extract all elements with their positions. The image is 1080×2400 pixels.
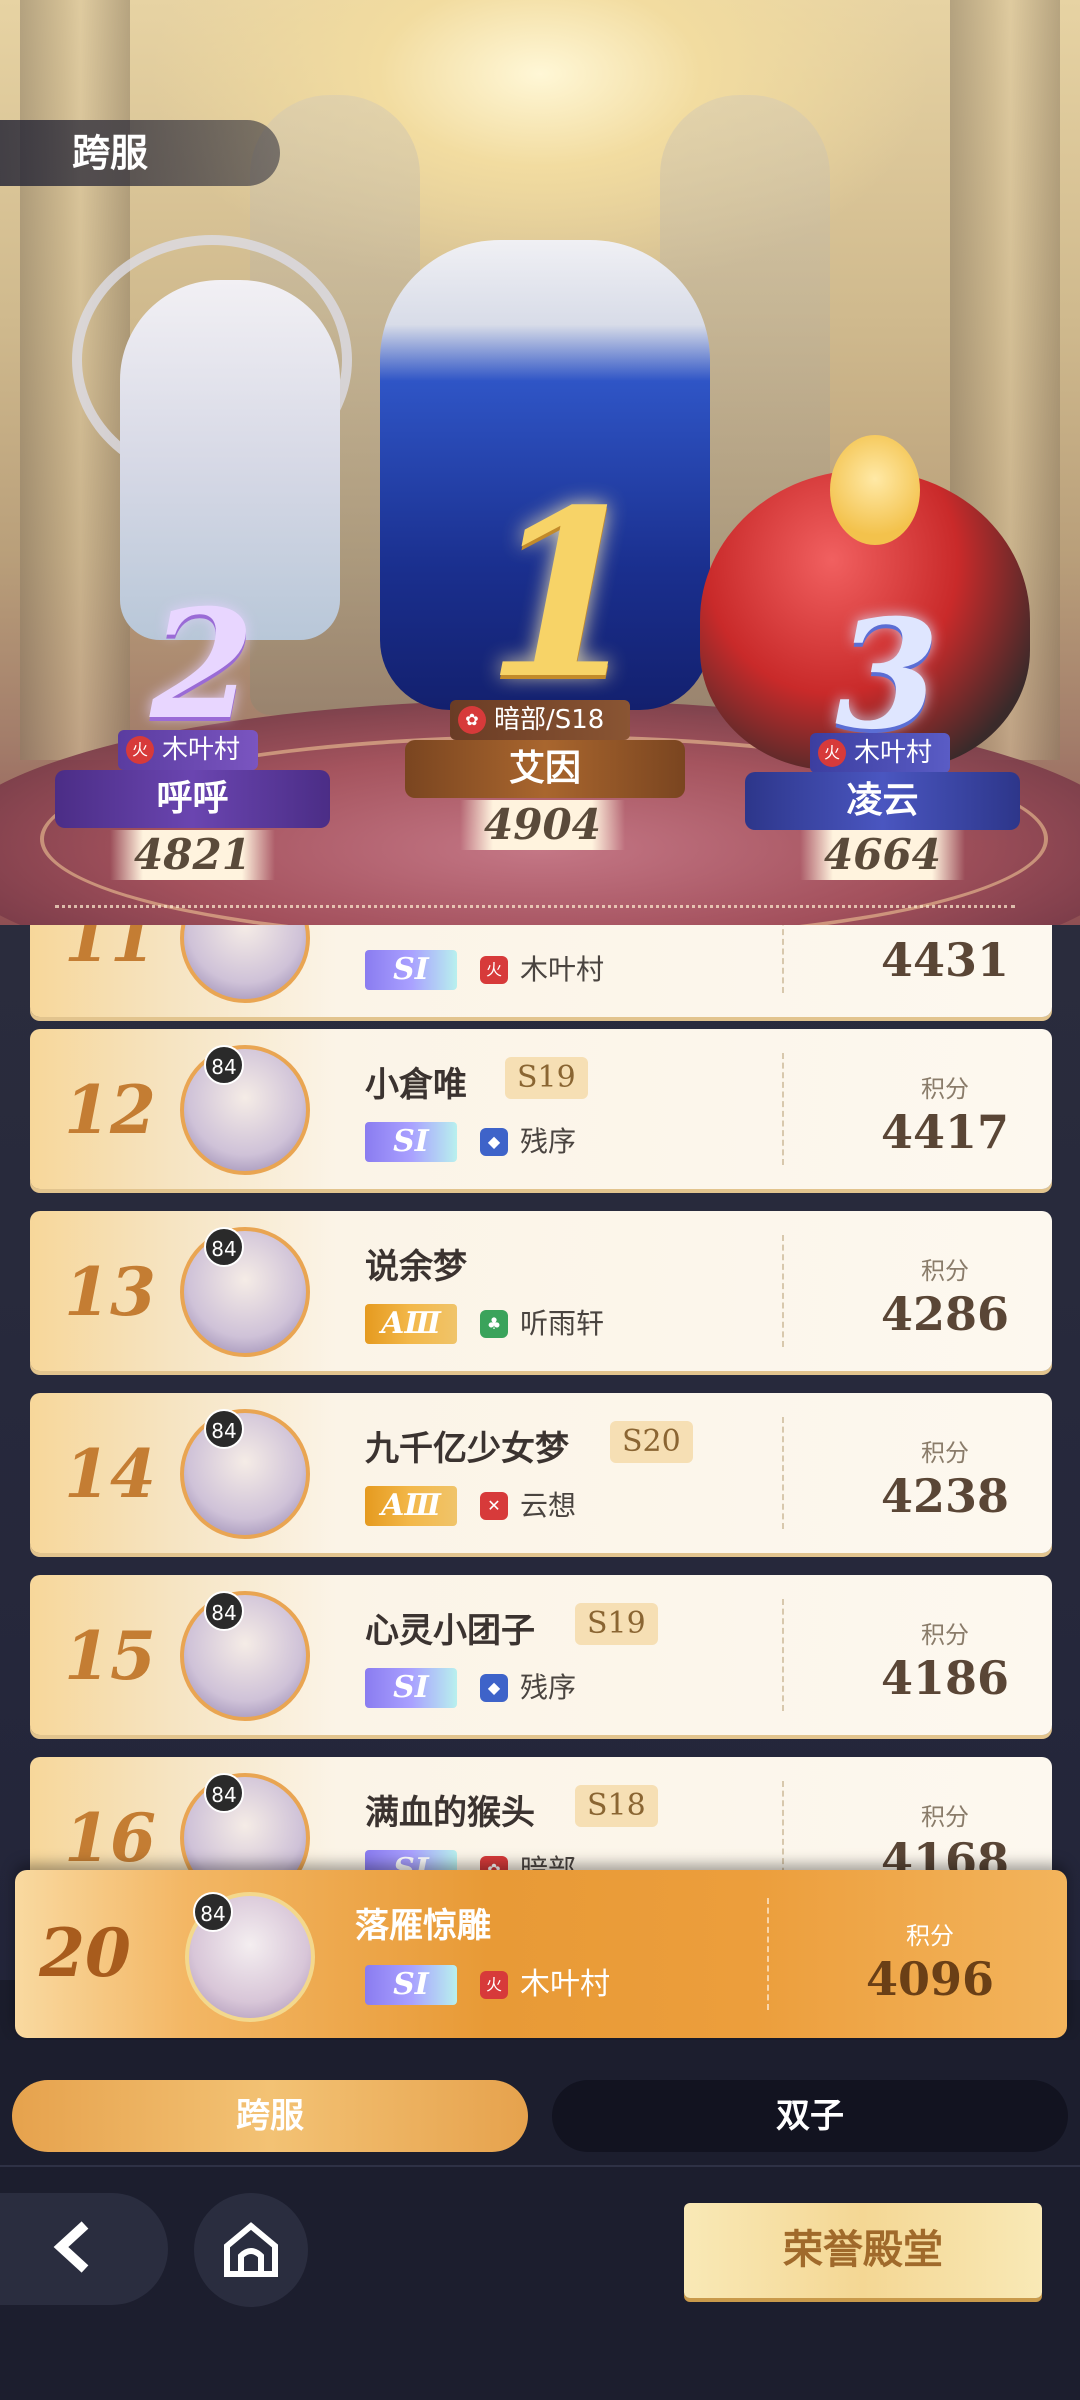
rank-number: 16	[64, 1799, 156, 1877]
guild-name: ✕ 云想	[480, 1486, 576, 1526]
score-label: 积分	[906, 1922, 954, 1950]
avatar[interactable]	[180, 1045, 310, 1175]
score-value: 4186	[880, 1651, 1010, 1705]
third-place-name: 凌云	[745, 772, 1020, 830]
score-value: 4238	[880, 1469, 1010, 1523]
tier-badge: SⅠ	[365, 1668, 457, 1708]
first-place-name: 艾因	[405, 740, 685, 798]
divider	[767, 1898, 769, 2010]
score-label: 积分	[921, 1439, 969, 1467]
season-badge: S19	[575, 1603, 658, 1645]
level-badge: 84	[204, 1227, 244, 1267]
list-item[interactable]: 12 84 小倉唯 S19 SⅠ ◆ 残序 积分 4417	[30, 1029, 1052, 1189]
list-item[interactable]: 11 SⅠ 火木叶村 4431	[30, 925, 1052, 1017]
second-place-guild: 火 木叶村	[118, 730, 258, 770]
list-item[interactable]: 13 84 说余梦 AⅢ ♣ 听雨轩 积分 4286	[30, 1211, 1052, 1371]
tier-badge: AⅢ	[365, 1486, 457, 1526]
guild-name: ◆ 残序	[480, 1668, 576, 1708]
avatar[interactable]	[180, 1591, 310, 1721]
tier-badge: SⅠ	[365, 1122, 457, 1162]
third-place-character[interactable]	[830, 435, 920, 545]
tier-badge: SⅠ	[365, 1965, 457, 2005]
guild-shield-icon: ◆	[480, 1674, 508, 1702]
rank-number: 13	[64, 1253, 156, 1331]
third-place-rank: 3	[835, 587, 940, 763]
guild-shield-icon: ◆	[480, 1128, 508, 1156]
level-badge: 84	[204, 1773, 244, 1813]
player-name[interactable]: 满血的猴头	[365, 1785, 535, 1834]
avatar[interactable]	[180, 1409, 310, 1539]
divider	[0, 2165, 1080, 2167]
avatar[interactable]	[180, 1227, 310, 1357]
first-place-score: 4904	[460, 800, 625, 850]
guild-name: ♣ 听雨轩	[480, 1304, 604, 1344]
back-button[interactable]	[0, 2193, 168, 2305]
season-badge: S19	[505, 1057, 588, 1099]
score-label: 积分	[921, 1621, 969, 1649]
my-score-value: 4096	[865, 1952, 995, 2006]
player-name[interactable]: 心灵小团子	[365, 1603, 535, 1652]
season-badge: S20	[610, 1421, 693, 1463]
season-badge: S18	[575, 1785, 658, 1827]
avatar[interactable]	[180, 925, 310, 1003]
guild-leaf-icon: ♣	[480, 1310, 508, 1338]
divider	[782, 1417, 784, 1529]
guild-fire-icon: 火	[818, 739, 846, 767]
rank-number: 14	[64, 1435, 156, 1513]
home-button[interactable]	[194, 2193, 308, 2307]
mode-label: 跨服	[0, 120, 280, 186]
rank-number: 15	[64, 1617, 156, 1695]
my-rank-number: 20	[39, 1914, 131, 1992]
my-rank-row[interactable]: 20 84 落雁惊雕 SⅠ 火木叶村 积分 4096	[15, 1870, 1067, 2038]
player-name[interactable]: 小倉唯	[365, 1057, 467, 1106]
second-place-rank: 2	[150, 577, 255, 753]
second-place-score: 4821	[110, 830, 275, 880]
divider	[782, 1053, 784, 1165]
divider	[782, 1235, 784, 1347]
tab-twin[interactable]: 双子	[552, 2080, 1068, 2152]
guild-name: ◆ 残序	[480, 1122, 576, 1162]
rank-number: 12	[64, 1071, 156, 1149]
hall-of-fame-button[interactable]: 荣誉殿堂	[684, 2203, 1042, 2298]
score-label: 积分	[921, 1075, 969, 1103]
tier-badge: SⅠ	[365, 950, 457, 990]
score-label: 积分	[921, 1257, 969, 1285]
level-badge: 84	[204, 1409, 244, 1449]
guild-fire-icon: 火	[126, 736, 154, 764]
guild-rose-icon: ✿	[458, 706, 486, 734]
third-place-score: 4664	[800, 830, 965, 880]
podium-divider	[55, 905, 1015, 908]
score-label: 积分	[921, 1803, 969, 1831]
score-value: 4431	[880, 933, 1010, 987]
guild-fire-icon: 火	[480, 956, 508, 984]
player-name[interactable]: 说余梦	[365, 1239, 467, 1288]
level-badge: 84	[193, 1892, 233, 1932]
score-value: 4286	[880, 1287, 1010, 1341]
third-place-guild: 火 木叶村	[810, 733, 950, 773]
divider	[782, 925, 784, 993]
tab-cross-server[interactable]: 跨服	[12, 2080, 528, 2152]
divider	[782, 1599, 784, 1711]
list-item[interactable]: 15 84 心灵小团子 S19 SⅠ ◆ 残序 积分 4186	[30, 1575, 1052, 1735]
level-badge: 84	[204, 1045, 244, 1085]
guild-fire-icon: 火	[480, 1971, 508, 1999]
ranking-list[interactable]: 11 SⅠ 火木叶村 4431 12 84 小倉唯 S19 SⅠ ◆ 残序 积分 …	[0, 925, 1080, 1980]
back-arrow-icon	[53, 2221, 89, 2273]
first-place-guild: ✿ 暗部/S18	[450, 700, 630, 740]
home-icon	[224, 2222, 278, 2277]
second-place-name: 呼呼	[55, 770, 330, 828]
guild-name: 火木叶村	[480, 1965, 610, 2005]
level-badge: 84	[204, 1591, 244, 1631]
score-value: 4417	[880, 1105, 1010, 1159]
list-item[interactable]: 14 84 九千亿少女梦 S20 AⅢ ✕ 云想 积分 4238	[30, 1393, 1052, 1553]
first-place-rank: 1	[485, 460, 646, 730]
guild-hammer-icon: ✕	[480, 1492, 508, 1520]
player-name[interactable]: 九千亿少女梦	[365, 1421, 569, 1470]
guild-name: 火木叶村	[480, 950, 604, 990]
my-player-name: 落雁惊雕	[355, 1906, 491, 1946]
tier-badge: AⅢ	[365, 1304, 457, 1344]
